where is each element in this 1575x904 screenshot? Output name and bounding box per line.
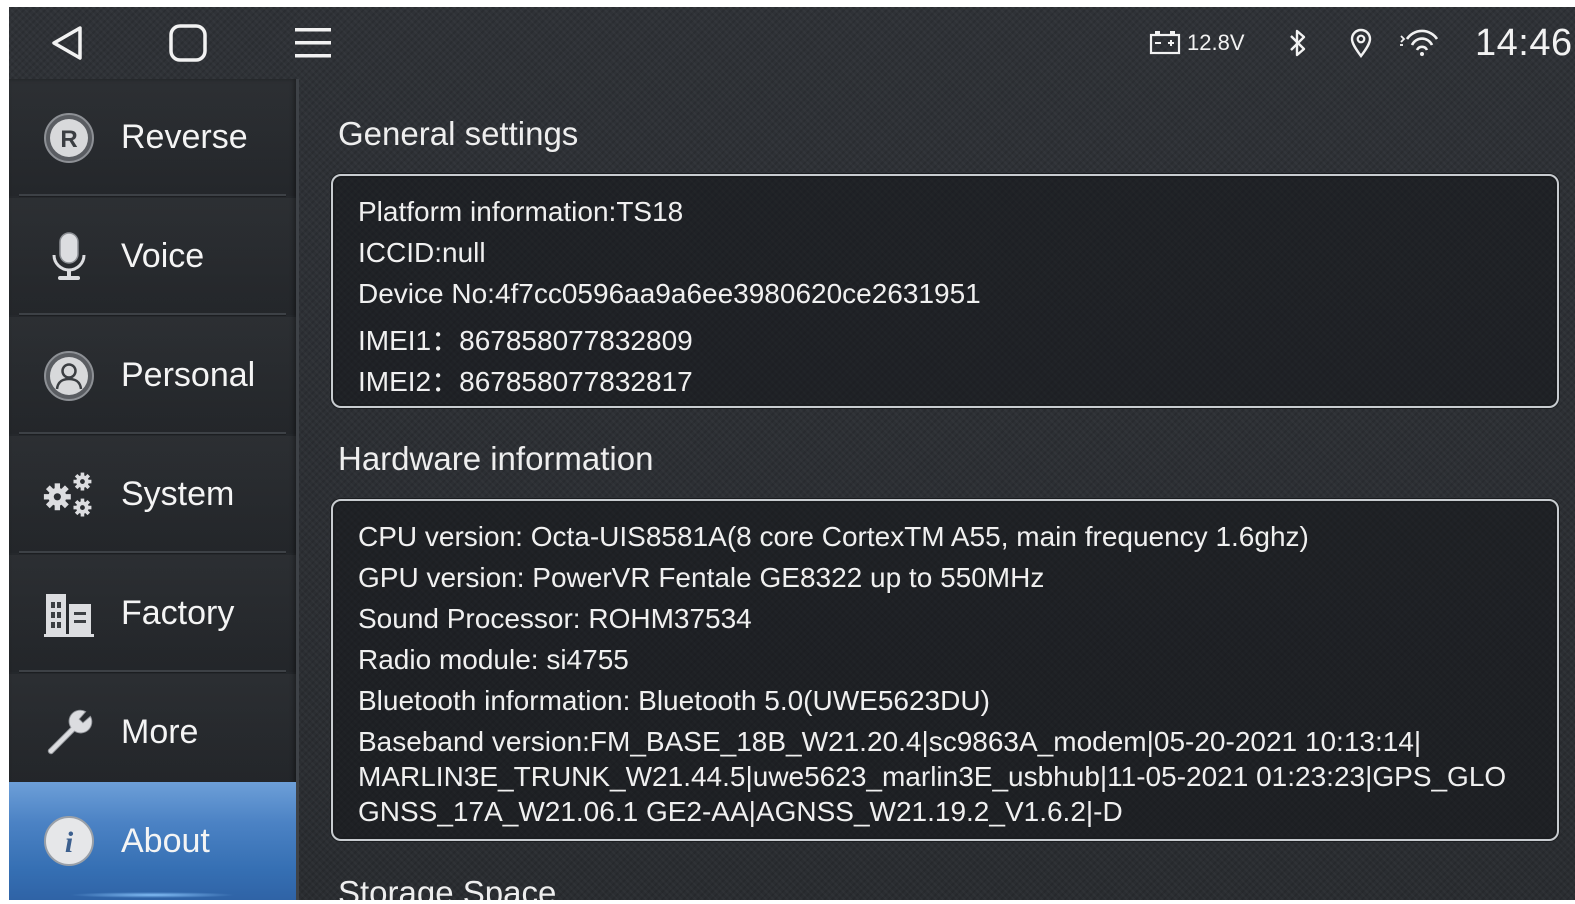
divider [19, 432, 286, 434]
sidebar-item-label: Voice [121, 237, 205, 275]
sidebar-item-label: Personal [121, 356, 256, 394]
reverse-icon: R [43, 112, 95, 164]
sidebar-item-voice[interactable]: Voice [9, 198, 296, 315]
info-line: IMEI2：867858077832817 [358, 366, 693, 397]
gears-icon [43, 469, 95, 521]
sidebar-item-system[interactable]: System [9, 436, 296, 553]
clock-text: 14:46 [1475, 21, 1573, 64]
general-settings-title: General settings [338, 115, 579, 152]
wrench-icon [43, 707, 95, 759]
factory-icon [43, 588, 95, 640]
info-line: GNSS_17A_W21.06.1 GE2-AA|AGNSS_W21.19.2_… [358, 796, 1123, 827]
info-line: MARLIN3E_TRUNK_W21.44.5|uwe5623_marlin3E… [358, 761, 1507, 792]
storage-space-title: Storage Space [338, 874, 557, 900]
clock: 14:46 [1475, 7, 1573, 79]
menu-icon [295, 28, 331, 58]
divider [19, 551, 286, 553]
svg-text:R: R [60, 126, 77, 153]
bluetooth-status [1286, 7, 1310, 79]
location-icon [1350, 28, 1372, 59]
microphone-icon [43, 231, 95, 283]
info-line: Device No:4f7cc0596aa9a6ee3980620ce26319… [358, 278, 981, 309]
wifi-icon [1400, 29, 1439, 56]
info-line: GPU version: PowerVR Fentale GE8322 up t… [358, 562, 1045, 593]
voltage-indicator: 12.8V [1149, 7, 1245, 79]
content-area[interactable]: General settings Platform information:TS… [309, 79, 1575, 900]
divider [19, 313, 286, 315]
sidebar-item-label: About [121, 821, 210, 860]
sidebar-item-factory[interactable]: Factory [9, 555, 296, 672]
hardware-information-panel: CPU version: Octa-UIS8581A(8 core Cortex… [331, 499, 1559, 841]
sidebar-item-label: More [121, 713, 199, 751]
sidebar-item-more[interactable]: More [9, 674, 296, 791]
sidebar: R Reverse Voice Personal System Factory … [9, 79, 299, 900]
general-settings-panel: Platform information:TS18 ICCID:null Dev… [331, 174, 1559, 408]
back-button[interactable] [37, 17, 97, 69]
bluetooth-icon [1290, 29, 1306, 57]
battery-icon [1149, 31, 1181, 55]
sidebar-item-label: System [121, 475, 235, 513]
info-line: CPU version: Octa-UIS8581A(8 core Cortex… [358, 521, 1309, 552]
info-line: Baseband version:FM_BASE_18B_W21.20.4|sc… [358, 726, 1422, 757]
info-line: IMEI1：867858077832809 [358, 325, 693, 356]
person-icon [43, 350, 95, 402]
screen: 12.8V 14:46 R Reverse Voice Personal Sys… [9, 7, 1575, 900]
menu-button[interactable] [283, 17, 343, 69]
status-bar: 12.8V 14:46 [9, 7, 1575, 79]
info-line: Platform information:TS18 [358, 196, 684, 227]
back-icon [52, 26, 82, 60]
sidebar-item-label: Factory [121, 594, 235, 632]
info-line: Bluetooth information: Bluetooth 5.0(UWE… [358, 685, 990, 716]
divider [19, 670, 286, 672]
wifi-status [1397, 7, 1441, 79]
location-status [1349, 7, 1373, 79]
sidebar-item-label: Reverse [121, 118, 248, 156]
sidebar-item-personal[interactable]: Personal [9, 317, 296, 434]
home-button[interactable] [158, 17, 218, 69]
svg-text:i: i [65, 826, 74, 859]
info-line: Sound Processor: ROHM37534 [358, 603, 752, 634]
hardware-information-title: Hardware information [338, 440, 654, 477]
sidebar-item-about[interactable]: i About [9, 782, 296, 900]
divider [19, 194, 286, 196]
info-line: ICCID:null [358, 237, 486, 268]
info-icon: i [43, 815, 95, 867]
home-icon [169, 24, 207, 62]
voltage-text: 12.8V [1187, 30, 1245, 55]
sidebar-item-reverse[interactable]: R Reverse [9, 79, 296, 196]
info-line: Radio module: si4755 [358, 644, 629, 675]
